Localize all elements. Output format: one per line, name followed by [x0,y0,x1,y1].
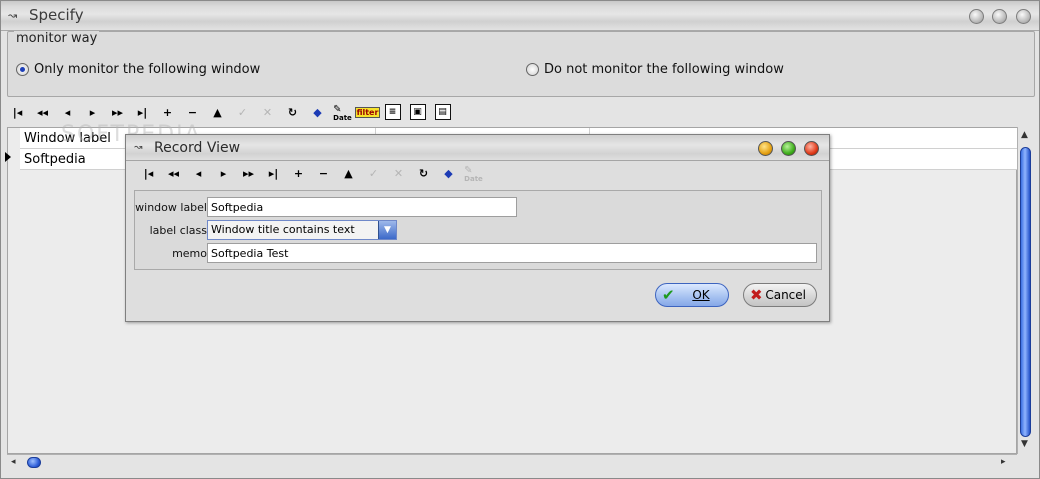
memo-caption: memo [172,247,207,260]
group-title: monitor way [14,31,100,46]
dlg-refresh-button[interactable]: ↻ [411,163,436,183]
dlg-first-record-button[interactable]: |◂ [136,163,161,183]
dlg-insert-button[interactable]: + [286,163,311,183]
dialog-minimize-button[interactable] [758,141,773,156]
window-title: Specify [29,6,84,24]
dialog-maximize-button[interactable] [781,141,796,156]
title-bar[interactable]: ↝ Specify [1,1,1039,31]
report-icon[interactable]: ≡ [380,102,405,122]
dlg-next-page-button[interactable]: ▸▸ [236,163,261,183]
radio-only-monitor[interactable]: Only monitor the following window [16,62,260,77]
scroll-up-icon[interactable]: ▲ [1021,130,1028,140]
dialog-title: Record View [154,140,241,156]
radio-do-not-monitor[interactable]: Do not monitor the following window [526,62,784,77]
radio-unselected-icon[interactable] [526,63,539,76]
dlg-prior-record-button[interactable]: ◂ [186,163,211,183]
image-export-icon[interactable]: ▣ [405,102,430,122]
label-class-value: Window title contains text [211,223,355,236]
scroll-down-icon[interactable]: ▼ [1021,439,1028,449]
app-icon: ↝ [8,9,18,22]
label-class-caption: label class [149,224,207,237]
edit-button[interactable]: ▲ [205,102,230,122]
dlg-last-record-button[interactable]: ▸| [261,163,286,183]
filter-icon[interactable]: filter [354,102,381,122]
scroll-left-icon[interactable]: ◂ [11,457,16,467]
cancel-button[interactable]: ✖ Cancel [743,283,817,307]
ok-button[interactable]: ✔ OK [655,283,729,307]
close-button[interactable] [1016,9,1031,24]
dlg-edit-button[interactable]: ▲ [336,163,361,183]
chevron-down-icon[interactable]: ▼ [378,221,396,239]
dlg-bookmark-icon[interactable]: ◆ [436,163,461,183]
dlg-date-eraser-icon[interactable]: ✎ Date [461,163,486,183]
main-navigator: |◂ ◂◂ ◂ ▸ ▸▸ ▸| + − ▲ ✓ ✕ ↻ ◆ ✎ Date filt… [5,101,455,123]
cancel-edit-button[interactable]: ✕ [255,102,280,122]
maximize-button[interactable] [992,9,1007,24]
window-label-caption: window label [135,201,207,214]
post-button[interactable]: ✓ [230,102,255,122]
refresh-button[interactable]: ↻ [280,102,305,122]
horizontal-scroll-thumb[interactable] [27,457,41,468]
radio-only-monitor-label: Only monitor the following window [34,62,261,77]
prior-page-button[interactable]: ◂◂ [30,102,55,122]
prior-record-button[interactable]: ◂ [55,102,80,122]
dialog-navigator: |◂ ◂◂ ◂ ▸ ▸▸ ▸| + − ▲ ✓ ✕ ↻ ◆ ✎ Date [136,162,486,184]
checkmark-icon: ✔ [662,286,675,304]
bookmark-icon[interactable]: ◆ [305,102,330,122]
scroll-right-icon[interactable]: ▸ [1001,457,1006,467]
specify-window: ↝ Specify monitor way Only monitor the f… [0,0,1040,479]
radio-selected-icon[interactable] [16,63,29,76]
dlg-prior-page-button[interactable]: ◂◂ [161,163,186,183]
delete-button[interactable]: − [180,102,205,122]
window-label-input[interactable] [207,197,517,217]
minimize-button[interactable] [969,9,984,24]
vertical-scrollbar[interactable]: ▲ ▼ [1017,127,1033,454]
radio-do-not-monitor-label: Do not monitor the following window [544,62,784,77]
vertical-scroll-thumb[interactable] [1020,147,1031,437]
dlg-delete-button[interactable]: − [311,163,336,183]
label-class-select[interactable]: Window title contains text ▼ [207,220,397,240]
monitor-way-group: monitor way Only monitor the following w… [7,31,1035,97]
dialog-title-bar[interactable]: ↝ Record View [126,135,829,161]
first-record-button[interactable]: |◂ [5,102,30,122]
dialog-app-icon: ↝ [134,142,143,153]
horizontal-scrollbar[interactable]: ◂ ▸ [7,454,1017,470]
next-page-button[interactable]: ▸▸ [105,102,130,122]
record-form: window label label class Window title co… [134,190,822,270]
next-record-button[interactable]: ▸ [80,102,105,122]
date-eraser-icon[interactable]: ✎ Date [330,102,355,122]
memo-input[interactable] [207,243,817,263]
dlg-next-record-button[interactable]: ▸ [211,163,236,183]
cross-icon: ✖ [750,286,763,304]
insert-button[interactable]: + [155,102,180,122]
dlg-post-button[interactable]: ✓ [361,163,386,183]
last-record-button[interactable]: ▸| [130,102,155,122]
record-view-dialog: ↝ Record View |◂ ◂◂ ◂ ▸ ▸▸ ▸| + − ▲ ✓ ✕ … [125,134,830,322]
current-row-indicator-icon [5,152,11,162]
image-import-icon[interactable]: ▤ [430,102,455,122]
dialog-close-button[interactable] [804,141,819,156]
dlg-cancel-edit-button[interactable]: ✕ [386,163,411,183]
